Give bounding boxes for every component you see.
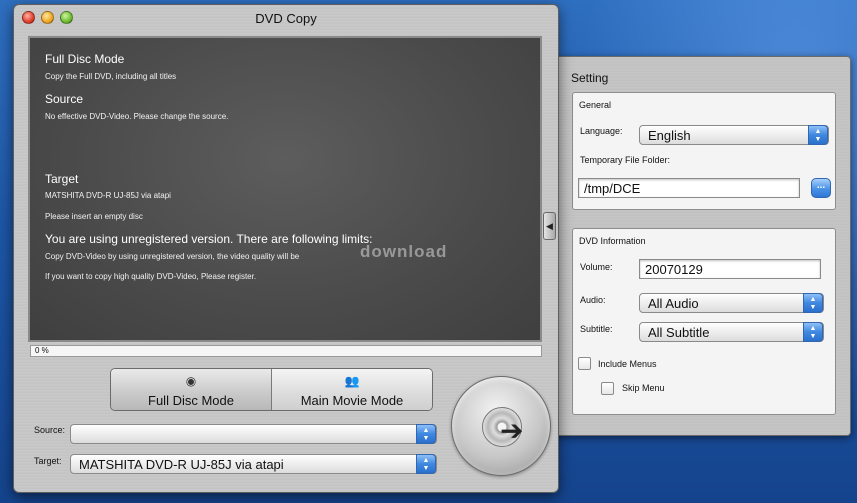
target-heading: Target	[45, 172, 79, 186]
temp-folder-label: Temporary File Folder:	[580, 155, 671, 165]
progress-label: 0 %	[35, 346, 49, 355]
target-label: Target:	[34, 456, 62, 466]
source-description: No effective DVD-Video. Please change th…	[45, 112, 229, 121]
window-title: DVD Copy	[255, 11, 317, 26]
arrow-right-icon: ➔	[500, 415, 524, 446]
main-movie-mode-label: Main Movie Mode	[300, 393, 404, 408]
audio-select[interactable]: All Audio ▲ ▼	[639, 293, 824, 313]
target-select[interactable]: MATSHITA DVD-R UJ-85J via atapi ▲ ▼	[70, 454, 437, 474]
start-copy-button[interactable]: ➔	[451, 376, 551, 476]
general-group: General Language: English ▲ ▼ Temporary F…	[572, 92, 836, 210]
volume-label: Volume:	[580, 262, 613, 272]
subtitle-label: Subtitle:	[580, 324, 613, 334]
mode-selector: ◉ Full Disc Mode 👥 Main Movie Mode	[110, 368, 433, 411]
popup-arrows-icon: ▲ ▼	[803, 322, 823, 342]
popup-arrows-icon: ▲ ▼	[803, 293, 823, 313]
subtitle-select[interactable]: All Subtitle ▲ ▼	[639, 322, 824, 342]
warning-heading: You are using unregistered version. Ther…	[45, 232, 373, 246]
skip-menu-checkbox[interactable]	[601, 382, 614, 395]
target-device: MATSHITA DVD-R UJ-85J via atapi	[45, 191, 171, 200]
dvd-info-group: DVD Information Volume: 20070129 Audio: …	[572, 228, 836, 415]
audio-value: All Audio	[648, 296, 699, 311]
language-value: English	[648, 128, 691, 143]
language-label: Language:	[580, 126, 623, 136]
subtitle-value: All Subtitle	[648, 325, 710, 340]
include-menus-label: Include Menus	[598, 359, 657, 369]
full-disc-mode-label: Full Disc Mode	[148, 393, 234, 408]
dvd-info-group-title: DVD Information	[579, 236, 646, 246]
source-label: Source:	[34, 425, 66, 435]
progress-bar: 0 %	[30, 345, 542, 357]
full-disc-mode-button[interactable]: ◉ Full Disc Mode	[111, 369, 271, 410]
skip-menu-label: Skip Menu	[622, 383, 665, 393]
target-description: Please insert an empty disc	[45, 212, 143, 221]
browse-folder-button[interactable]: ...	[811, 178, 831, 198]
main-movie-mode-button[interactable]: 👥 Main Movie Mode	[271, 369, 432, 410]
volume-input[interactable]: 20070129	[639, 259, 821, 279]
warning-line-2: If you want to copy high quality DVD-Vid…	[45, 272, 257, 281]
warning-line-1: Copy DVD-Video by using unregistered ver…	[45, 252, 300, 261]
general-group-title: General	[579, 100, 612, 110]
disc-icon: ◉	[185, 374, 197, 388]
source-select[interactable]: ▲ ▼	[70, 424, 437, 444]
popup-arrows-icon: ▲ ▼	[808, 125, 828, 145]
users-icon: 👥	[344, 374, 360, 388]
target-value: MATSHITA DVD-R UJ-85J via atapi	[79, 457, 284, 472]
info-display: Full Disc Mode Copy the Full DVD, includ…	[28, 36, 542, 342]
mode-description: Copy the Full DVD, including all titles	[45, 72, 177, 81]
mode-heading: Full Disc Mode	[45, 52, 125, 66]
popup-arrows-icon: ▲ ▼	[416, 424, 436, 444]
drawer-toggle-icon[interactable]: ◀	[543, 212, 556, 240]
settings-title: Setting	[571, 71, 609, 85]
dvd-copy-window: DVD Copy Full Disc Mode Copy the Full DV…	[13, 4, 559, 493]
language-select[interactable]: English ▲ ▼	[639, 125, 829, 145]
popup-arrows-icon: ▲ ▼	[416, 454, 436, 474]
title-bar[interactable]: DVD Copy	[14, 5, 558, 31]
temp-folder-input[interactable]: /tmp/DCE	[578, 178, 800, 198]
settings-drawer: Setting General Language: English ▲ ▼ Tem…	[548, 56, 851, 436]
include-menus-checkbox[interactable]	[578, 357, 591, 370]
source-heading: Source	[45, 92, 84, 106]
audio-label: Audio:	[580, 295, 606, 305]
watermark-logo: download	[360, 242, 448, 261]
